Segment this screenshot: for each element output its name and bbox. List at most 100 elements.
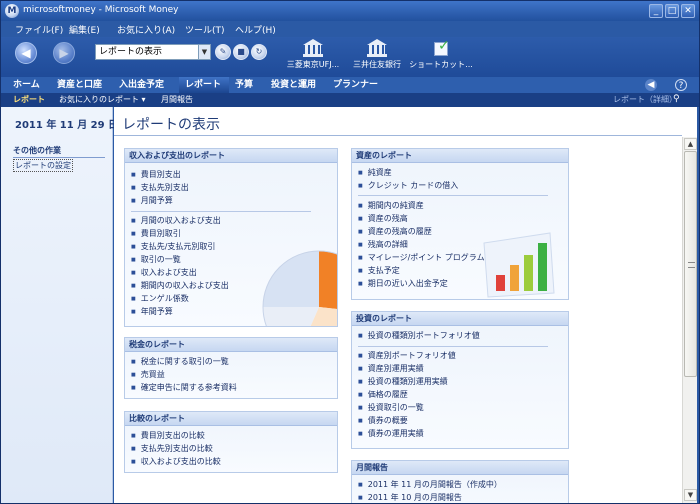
- scroll-up-button[interactable]: ▲: [684, 138, 697, 150]
- report-link[interactable]: 税金に関する取引の一覧: [131, 356, 229, 368]
- toolbar: ◀ ▶ レポートの表示 ▼ ✎ ■ ↻ 三菱東京UFJ... 三井住友銀行 ✓ …: [1, 37, 699, 77]
- report-link[interactable]: 売買益: [131, 369, 165, 381]
- forward-arrow-icon: ▶: [59, 46, 69, 60]
- report-link[interactable]: 支払先/支払元別取引: [131, 241, 216, 253]
- pencil-icon: ✎: [219, 47, 227, 56]
- report-settings-link[interactable]: レポートの設定: [13, 159, 73, 172]
- card-divider: [131, 211, 311, 212]
- tab-home[interactable]: ホーム: [7, 77, 46, 93]
- menu-edit[interactable]: 編集(E): [69, 23, 100, 36]
- subnav-monthly-report[interactable]: 月間報告: [161, 94, 193, 105]
- shortcut-label: ショートカット...: [409, 60, 473, 69]
- report-link[interactable]: 支払先別支出の比較: [131, 443, 213, 455]
- shortcut-mufg[interactable]: 三菱東京UFJ...: [281, 39, 345, 75]
- report-link[interactable]: クレジット カードの借入: [358, 180, 459, 192]
- chevron-down-icon[interactable]: ▼: [198, 45, 210, 59]
- menu-file[interactable]: ファイル(F): [15, 23, 63, 36]
- edit-button[interactable]: ✎: [215, 44, 231, 60]
- tab-planner[interactable]: プランナー: [327, 77, 384, 93]
- report-link[interactable]: 期間内の純資産: [358, 200, 424, 212]
- title-bar: M microsoftmoney - Microsoft Money _ □ ✕: [1, 1, 699, 21]
- tab-investing[interactable]: 投資と運用: [265, 77, 322, 93]
- report-link[interactable]: 資産別ポートフォリオ値: [358, 350, 456, 362]
- report-link[interactable]: 債券の運用実績: [358, 428, 424, 440]
- card-monthly-report: 月間報告 2011 年 11 月の月間報告（作成中） 2011 年 10 月の月…: [351, 460, 569, 503]
- page-title: レポートの表示: [122, 117, 220, 133]
- report-link[interactable]: 費目別支出: [131, 169, 181, 181]
- card-divider: [358, 346, 548, 347]
- card-tax: 税金のレポート 税金に関する取引の一覧 売買益 確定申告に関する参考資料: [124, 337, 338, 399]
- report-link[interactable]: 月間の収入および支出: [131, 215, 221, 227]
- report-link[interactable]: 期間内の収入および支出: [131, 280, 229, 292]
- card-assets: 資産のレポート 純資産 クレジット カードの借入 期間内の純資産 資産の残高 資…: [351, 148, 569, 300]
- card-header: 比較のレポート: [125, 412, 337, 426]
- report-link[interactable]: 収入および支出: [131, 267, 197, 279]
- vertical-scrollbar[interactable]: ▲ ▼: [682, 137, 697, 503]
- report-link[interactable]: 2011 年 11 月の月間報告（作成中）: [358, 479, 502, 491]
- help-icon[interactable]: ?: [675, 79, 687, 91]
- card-header: 月間報告: [352, 461, 568, 475]
- close-button[interactable]: ✕: [681, 4, 695, 18]
- grip-icon: [688, 262, 695, 268]
- card-income-expense: 収入および支出のレポート 費目別支出 支払先別支出 月間予算 月間の収入および支…: [124, 148, 338, 327]
- report-link[interactable]: 収入および支出の比較: [131, 456, 221, 468]
- shortcut-checkbook[interactable]: ✓ ショートカット...: [409, 38, 473, 75]
- nav-back-icon[interactable]: ◀: [645, 79, 657, 91]
- report-link[interactable]: 資産の残高の履歴: [358, 226, 432, 238]
- menu-help[interactable]: ヘルプ(H): [235, 23, 276, 36]
- scroll-down-button[interactable]: ▼: [684, 489, 697, 501]
- tab-bills[interactable]: 入出金予定: [113, 77, 170, 93]
- report-link[interactable]: 支払先別支出: [131, 182, 189, 194]
- report-link[interactable]: エンゲル係数: [131, 293, 189, 305]
- report-link[interactable]: 純資産: [358, 167, 392, 179]
- left-pane: 2011 年 11 月 29 日 その他の作業 レポートの設定: [1, 107, 118, 503]
- scroll-thumb[interactable]: [684, 151, 697, 377]
- minimize-button[interactable]: _: [649, 4, 663, 18]
- subnav-reports[interactable]: レポート: [13, 94, 45, 105]
- card-comparison: 比較のレポート 費目別支出の比較 支払先別支出の比較 収入および支出の比較: [124, 411, 338, 473]
- report-link[interactable]: 債券の概要: [358, 415, 408, 427]
- report-link[interactable]: 残高の詳細: [358, 239, 408, 251]
- tab-reports[interactable]: レポート: [179, 77, 229, 93]
- report-link[interactable]: 投資の種類別運用実績: [358, 376, 448, 388]
- report-link[interactable]: 取引の一覧: [131, 254, 181, 266]
- report-link[interactable]: マイレージ/ポイント プログラム: [358, 252, 485, 264]
- binoculars-icon[interactable]: ⚲: [673, 94, 680, 104]
- report-link[interactable]: 期日の近い入出金予定: [358, 278, 448, 290]
- report-link[interactable]: 月間予算: [131, 195, 173, 207]
- menu-favorites[interactable]: お気に入り(A): [117, 23, 175, 36]
- refresh-icon: ↻: [255, 47, 263, 56]
- sub-nav: レポート お気に入りのレポート ▾ 月間報告 レポート（詳細） ⚲: [1, 93, 699, 107]
- subnav-report-details[interactable]: レポート（詳細）: [613, 94, 677, 105]
- bank-icon: [303, 39, 323, 57]
- refresh-button[interactable]: ↻: [251, 44, 267, 60]
- report-link[interactable]: 価格の履歴: [358, 389, 408, 401]
- tab-accounts[interactable]: 資産と口座: [51, 77, 108, 93]
- report-link[interactable]: 年間予算: [131, 306, 173, 318]
- stop-button[interactable]: ■: [233, 44, 249, 60]
- report-link[interactable]: 2011 年 10 月の月間報告: [358, 492, 462, 503]
- main-nav: ホーム 資産と口座 入出金予定 レポート 予算 投資と運用 プランナー ◀ ?: [1, 77, 699, 93]
- report-link[interactable]: 投資取引の一覧: [358, 402, 424, 414]
- tab-budget[interactable]: 予算: [229, 77, 259, 93]
- menu-tools[interactable]: ツール(T): [185, 23, 225, 36]
- report-link[interactable]: 資産の残高: [358, 213, 408, 225]
- card-header: 投資のレポート: [352, 312, 568, 326]
- scrollbar-gap: [682, 107, 697, 137]
- report-link[interactable]: 費目別取引: [131, 228, 181, 240]
- report-link[interactable]: 支払予定: [358, 265, 400, 277]
- back-button[interactable]: ◀: [15, 42, 37, 64]
- report-link[interactable]: 投資の種類別ポートフォリオ値: [358, 330, 480, 342]
- report-link[interactable]: 費目別支出の比較: [131, 430, 205, 442]
- shortcut-smbc[interactable]: 三井住友銀行: [345, 39, 409, 75]
- address-box[interactable]: レポートの表示 ▼: [95, 44, 211, 60]
- maximize-button[interactable]: □: [665, 4, 679, 18]
- report-link[interactable]: 資産別運用実績: [358, 363, 424, 375]
- bar-chart-icon: [483, 232, 555, 298]
- checkbook-icon: ✓: [431, 38, 451, 57]
- forward-button[interactable]: ▶: [53, 42, 75, 64]
- subnav-favorite-reports[interactable]: お気に入りのレポート ▾: [59, 94, 146, 105]
- menu-bar: ファイル(F) 編集(E) お気に入り(A) ツール(T) ヘルプ(H): [1, 21, 699, 37]
- report-link[interactable]: 確定申告に関する参考資料: [131, 382, 237, 394]
- title-divider: [114, 135, 682, 136]
